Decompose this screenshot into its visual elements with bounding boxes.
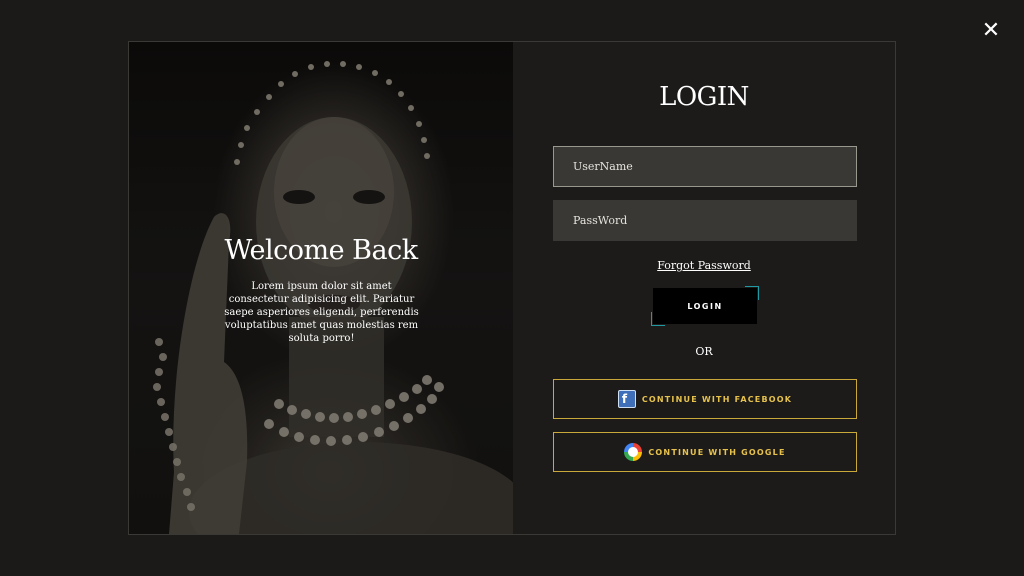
login-button[interactable]: LOGIN [653, 288, 757, 324]
welcome-title: Welcome Back [224, 235, 418, 266]
google-button-label: CONTINUE WITH GOOGLE [648, 447, 786, 457]
login-form-panel: LOGIN Forgot Password LOGIN OR f CONTINU… [513, 42, 895, 534]
google-icon [624, 443, 643, 461]
or-divider: OR [695, 345, 713, 358]
forgot-password-link[interactable]: Forgot Password [513, 259, 895, 272]
facebook-button-label: CONTINUE WITH FACEBOOK [641, 394, 793, 404]
continue-with-google-button[interactable]: CONTINUE WITH GOOGLE [553, 432, 857, 472]
username-input[interactable] [553, 146, 857, 187]
welcome-text: Lorem ipsum dolor sit amet consectetur a… [224, 281, 419, 344]
hero-photo-panel: Welcome Back Lorem ipsum dolor sit amet … [129, 42, 513, 534]
facebook-icon: f [617, 390, 636, 408]
password-input[interactable] [553, 200, 857, 241]
login-button-wrapper: LOGIN [651, 286, 759, 326]
login-modal: Welcome Back Lorem ipsum dolor sit amet … [128, 41, 896, 535]
login-title: LOGIN [659, 82, 749, 112]
close-icon[interactable]: ✕ [980, 20, 1002, 42]
continue-with-facebook-button[interactable]: f CONTINUE WITH FACEBOOK [553, 379, 857, 419]
